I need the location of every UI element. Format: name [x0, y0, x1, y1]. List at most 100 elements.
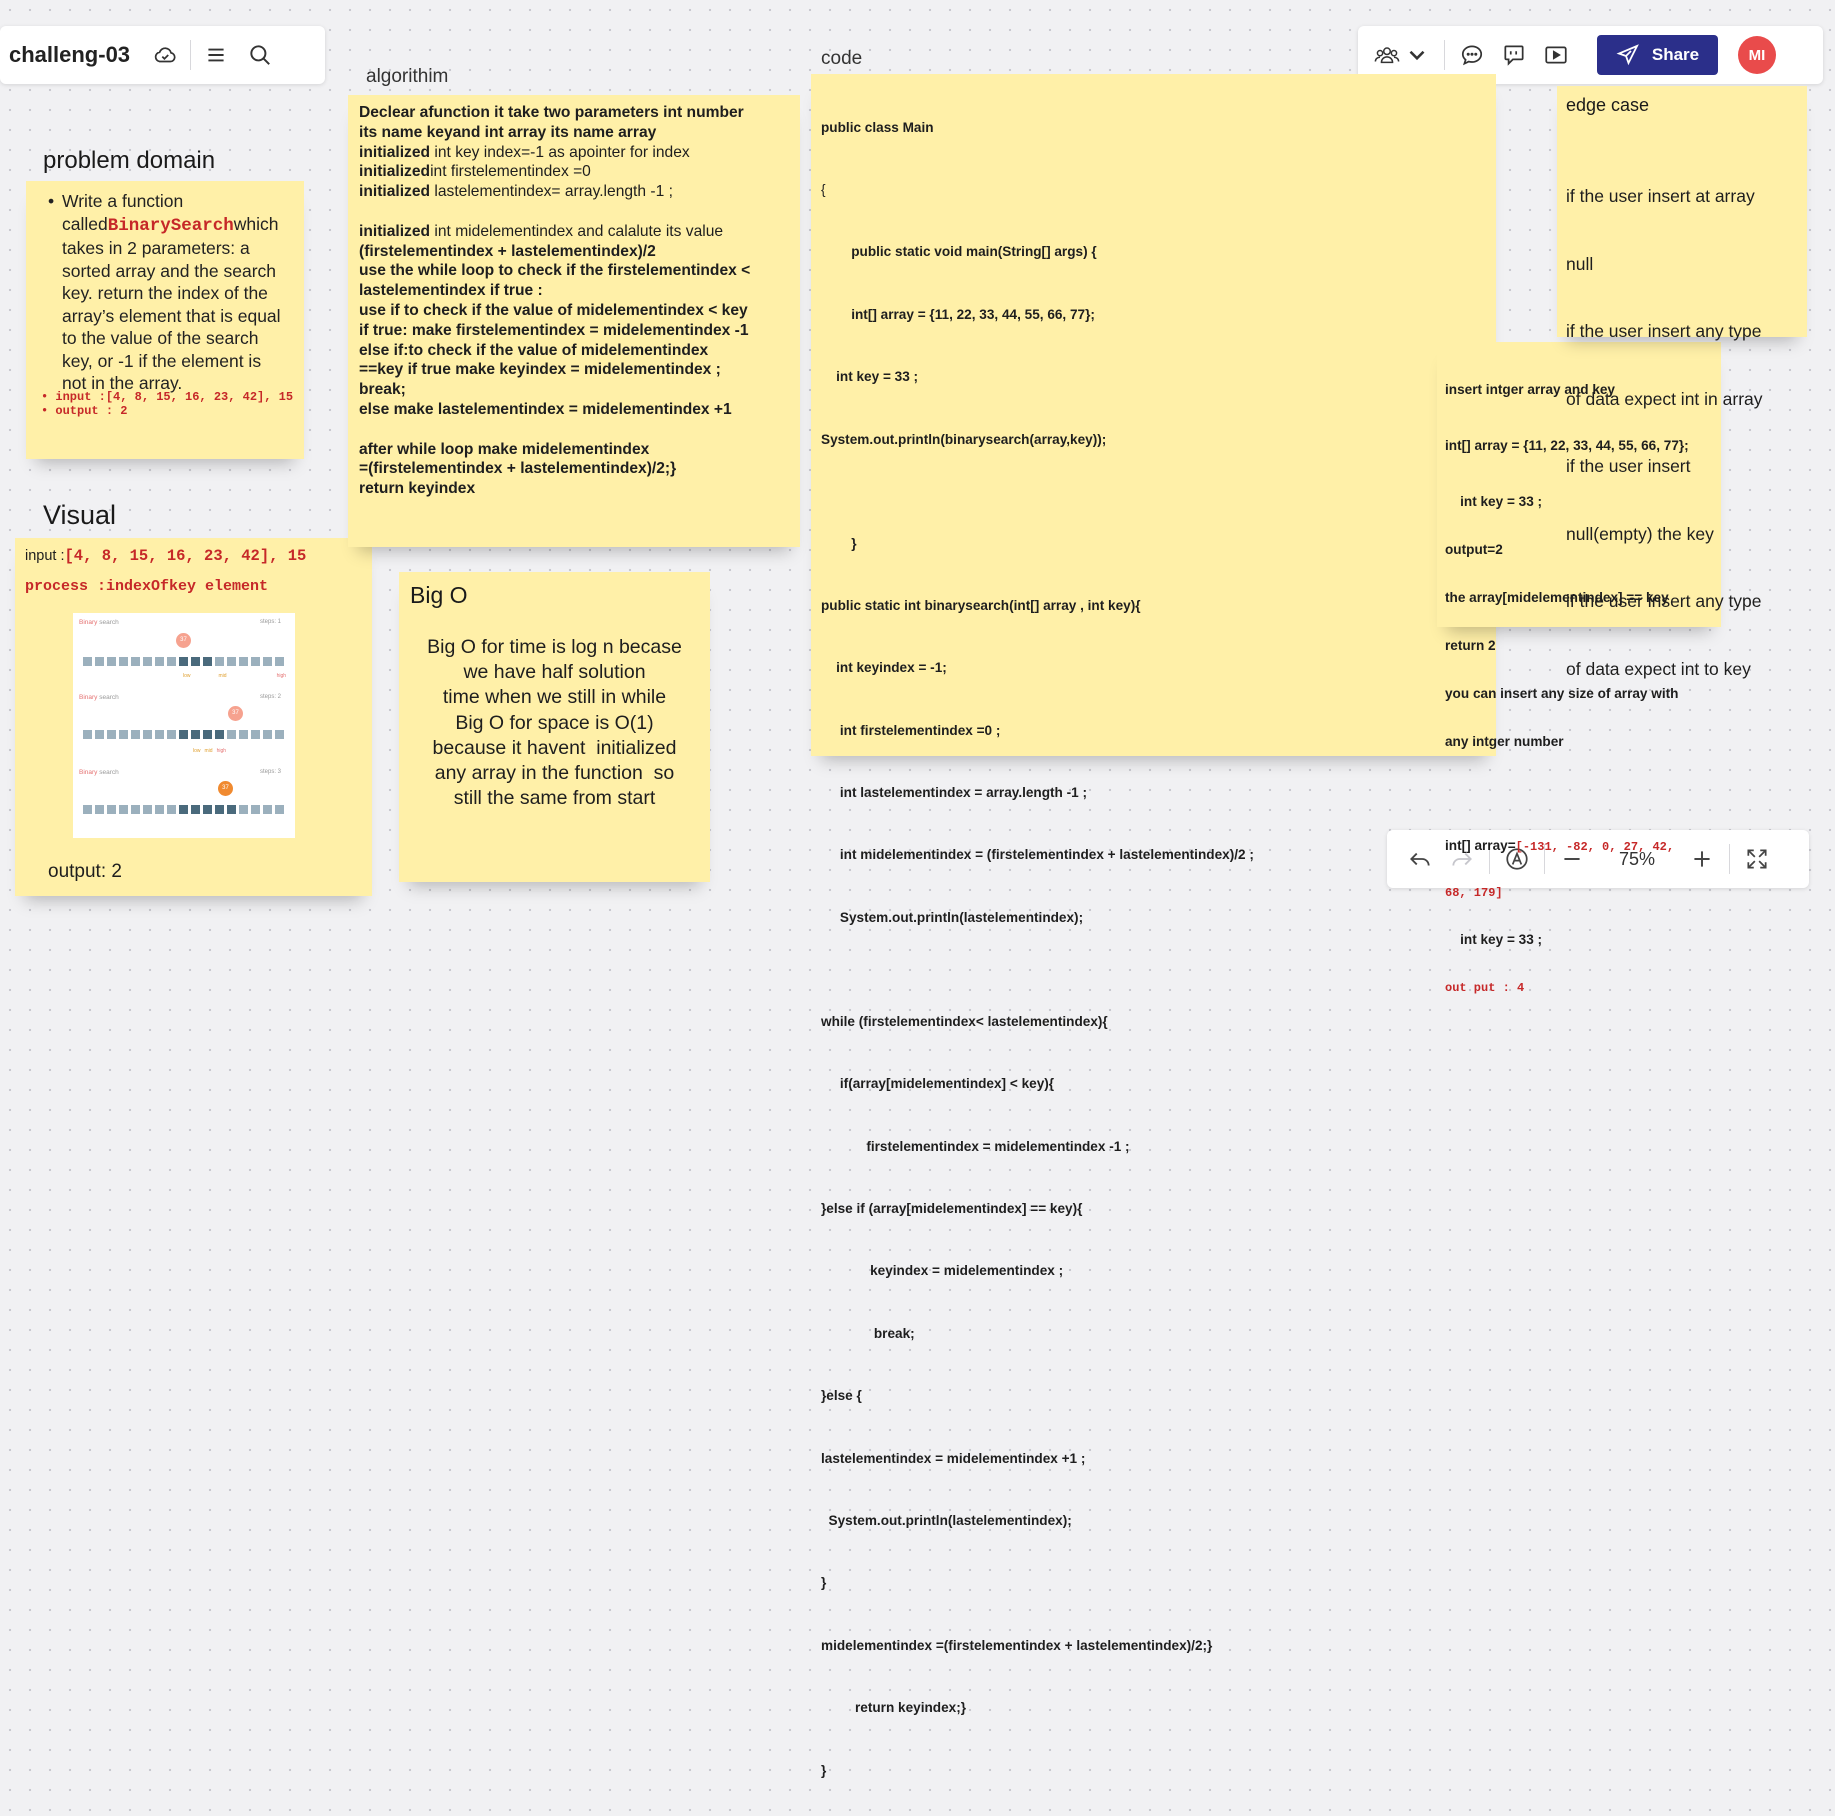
avatar[interactable]: MI — [1738, 36, 1776, 74]
array-cell — [275, 657, 284, 666]
algo-line: initialized lastelementindex= array.leng… — [359, 183, 673, 201]
code-line: public static int binarysearch(int[] arr… — [821, 597, 1141, 613]
array-cell — [107, 805, 116, 814]
array-cell — [119, 657, 128, 666]
edge-line: of data expect int to key — [1566, 658, 1751, 679]
array-cell — [215, 730, 224, 739]
array-cell — [251, 805, 260, 814]
sticky-note-edge-case[interactable]: edge case if the user insert at array nu… — [1557, 86, 1807, 679]
array-cell — [203, 730, 212, 739]
sticky-note-big-o[interactable]: Big O Big O for time is log n becase we … — [399, 572, 710, 882]
share-label: Share — [1651, 45, 1700, 64]
divider — [190, 40, 192, 70]
array-cell — [191, 657, 200, 666]
feedback-icon[interactable] — [1497, 38, 1531, 72]
bs-step-count: steps: 3 — [259, 769, 281, 775]
code-line: if(array[midelementindex] < key){ — [821, 1076, 1055, 1092]
array-cell — [227, 730, 236, 739]
sticky-note-visual[interactable]: input :[4, 8, 15, 16, 23, 42], 15 proces… — [15, 538, 372, 896]
array-cell — [239, 805, 248, 814]
visual-input-value: [4, 8, 15, 16, 23, 42], 15 — [64, 547, 307, 565]
array-cell — [215, 805, 224, 814]
array-cell — [95, 730, 104, 739]
test-line: any intger number — [1445, 734, 1564, 749]
array-cell — [119, 730, 128, 739]
code-line: keyindex = midelementindex ; — [821, 1263, 1064, 1279]
chevron-down-icon[interactable] — [1404, 38, 1430, 72]
bs-step-3: Binary search steps: 3 37 — [73, 763, 295, 838]
sticky-note-code[interactable]: public class Main { public static void m… — [811, 74, 1496, 1778]
frame-label-code[interactable]: code — [821, 48, 862, 70]
sticky-note-problem[interactable]: • Write a function calledBinarySearchwhi… — [26, 181, 304, 459]
code-line: } — [821, 535, 857, 551]
frame-label-problem-domain[interactable]: problem domain — [43, 147, 215, 175]
algo-line: use if to check if the value of mideleme… — [359, 301, 748, 319]
send-icon — [1616, 43, 1640, 67]
array-cell — [83, 805, 92, 814]
edge-line: if the user insert at array — [1566, 186, 1755, 206]
frame-label-visual[interactable]: Visual — [43, 500, 116, 531]
zoom-in-icon[interactable] — [1685, 842, 1719, 876]
array-cell — [95, 805, 104, 814]
problem-output: • output : 2 — [41, 403, 128, 418]
array-cell — [215, 657, 224, 666]
code-line: lastelementindex = midelementindex +1 ; — [821, 1450, 1086, 1466]
array-cell — [167, 805, 176, 814]
undo-icon[interactable] — [1403, 842, 1437, 876]
array-cell — [203, 657, 212, 666]
target-pin: 37 — [228, 706, 243, 721]
visual-process: process :indexOfkey element — [25, 578, 269, 595]
comment-icon[interactable] — [1455, 38, 1489, 72]
algo-line: after while loop make midelementindex — [359, 440, 650, 458]
test-output-2: out put : 4 — [1445, 981, 1525, 995]
array-cell — [179, 805, 188, 814]
array-cell — [179, 730, 188, 739]
array-cell — [191, 730, 200, 739]
code-line: int key = 33 ; — [821, 369, 919, 385]
frame-label-algorithm[interactable]: algorithim — [366, 66, 448, 88]
board-title[interactable]: challeng-03 — [9, 42, 130, 68]
algo-line: (firstelementindex + lastelementindex)/2 — [359, 242, 656, 260]
array-cell — [167, 730, 176, 739]
array-cell — [227, 657, 236, 666]
array-cell — [167, 657, 176, 666]
code-line: int[] array = {11, 22, 33, 44, 55, 66, 7… — [821, 306, 1095, 322]
problem-line: takes in 2 parameters: a — [62, 238, 250, 258]
bs-markers: low mid high — [193, 748, 227, 754]
code-line: int firstelementindex =0 ; — [821, 722, 1001, 738]
share-button[interactable]: Share — [1597, 35, 1718, 75]
array-cell — [95, 657, 104, 666]
array-cell — [275, 730, 284, 739]
target-pin: 37 — [218, 781, 233, 796]
code-line: int keyindex = -1; — [821, 660, 947, 676]
search-icon[interactable] — [243, 38, 277, 72]
divider — [1444, 40, 1445, 70]
visual-input-label: input : — [25, 548, 65, 564]
bs-cells — [83, 730, 288, 740]
problem-line: sorted array and the search — [62, 260, 277, 281]
edge-line: null — [1566, 253, 1594, 274]
bs-cells — [83, 657, 288, 667]
problem-line: to the value of the search — [62, 328, 259, 348]
problem-input: • input :[4, 8, 15, 16, 23, 42], 15 — [41, 390, 294, 404]
code-line: }else { — [821, 1388, 862, 1404]
array-cell — [155, 805, 164, 814]
problem-intro-called: called — [62, 213, 108, 234]
code-line: return keyindex;} — [821, 1700, 967, 1716]
menu-icon[interactable] — [199, 38, 233, 72]
algo-line: use the while loop to check if the first… — [359, 262, 751, 280]
array-cell — [239, 730, 248, 739]
bs-markers: low mid high — [183, 673, 287, 679]
cloud-icon[interactable] — [148, 38, 182, 72]
present-icon[interactable] — [1539, 38, 1573, 72]
bs-step-count: steps: 1 — [259, 619, 281, 625]
problem-intro: Write a function — [62, 191, 184, 211]
collaborators-icon[interactable] — [1370, 38, 1404, 72]
array-cell — [263, 805, 272, 814]
edge-line: if the user insert — [1566, 456, 1691, 476]
fullscreen-icon[interactable] — [1740, 842, 1774, 876]
array-cell — [155, 657, 164, 666]
algo-line: else if:to check if the value of midelem… — [359, 341, 709, 359]
sticky-note-algorithm[interactable]: Declear afunction it take two parameters… — [348, 95, 800, 547]
array-cell — [251, 730, 260, 739]
